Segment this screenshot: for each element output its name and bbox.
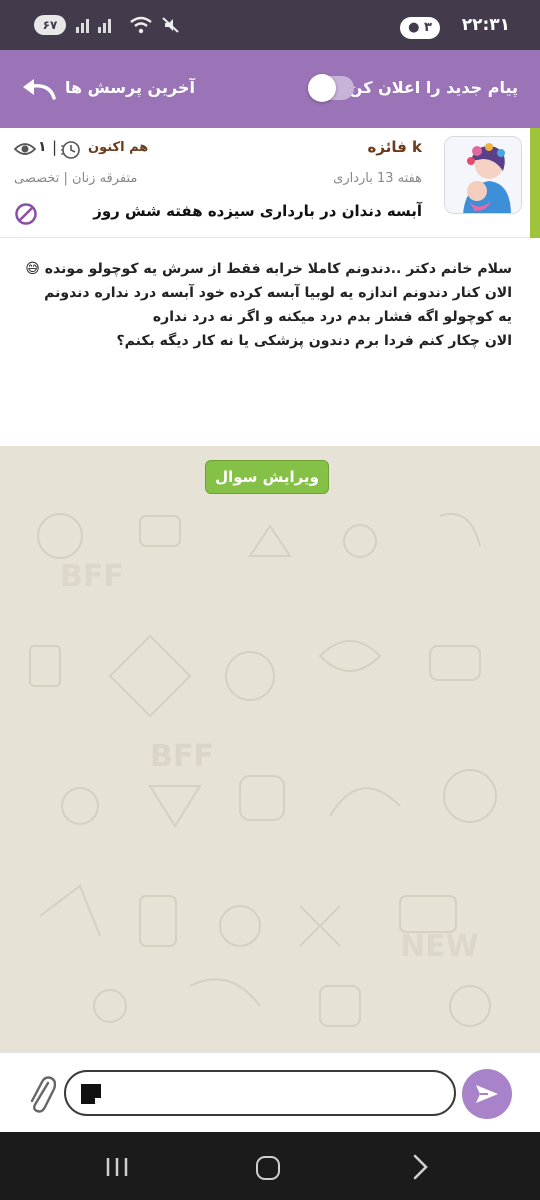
toggle-knob [308,74,336,102]
system-nav-bar [0,1132,540,1200]
question-card: فائزه k هم اکنون | ۱ هفته 13 بارداری متف… [0,128,540,238]
message-input[interactable] [64,1070,456,1116]
body-line: سلام خانم دکتر ..دندونم کاملا خرابه فقط … [25,261,512,277]
notification-badge: ● ۳ [400,17,440,39]
signal-icon [76,19,111,33]
body-line: یه کوچولو اگه فشار بدم درد میکنه و اگر ن… [152,309,512,325]
question-title: آبسه دندان در بارداری سیزده هفته شش روز [93,202,422,220]
edit-question-button[interactable]: ویرایش سوال [205,460,329,494]
wallpaper-doodles: BFF BFF NEW [29,513,497,1027]
svg-text:BFF: BFF [150,739,214,774]
recent-questions-link[interactable]: آخرین پرسش ها [65,78,195,97]
eye-icon [14,143,36,155]
block-icon[interactable] [14,202,38,226]
send-button[interactable] [462,1069,512,1119]
status-time: ۲۲:۳۱ [461,15,510,35]
recents-icon[interactable] [104,1156,130,1178]
nav-back-icon[interactable] [408,1154,432,1180]
notify-toggle[interactable] [308,74,354,102]
post-time: هم اکنون [88,140,149,155]
attach-icon[interactable] [26,1075,56,1113]
sticker-icon[interactable] [78,1081,104,1107]
app-header: پیام جدید را اعلان کن آخرین پرسش ها [0,50,540,128]
svg-text:NEW: NEW [400,929,479,964]
question-body-text: سلام خانم دکتر ..دندونم کاملا خرابه فقط … [12,257,512,353]
meta-separator: | [52,138,58,156]
wifi-icon [130,16,152,34]
pregnancy-week: هفته 13 بارداری [333,171,422,186]
views-count: ۱ [38,139,47,155]
status-bar: ۶۷ ● ۳ ۲۲:۳۱ [0,0,540,50]
notification-count: ۳ [423,20,432,35]
home-icon[interactable] [256,1156,280,1180]
body-line: الان چکار کنم فردا برم دندون پزشکی یا نه… [116,333,512,349]
avatar-image [445,137,521,213]
mute-icon [162,17,179,33]
battery-indicator: ۶۷ [34,15,66,35]
send-icon [476,1085,498,1103]
status-left-group: ۶۷ [34,15,180,35]
notify-label: پیام جدید را اعلان کن [348,78,518,97]
back-arrow-icon[interactable] [20,78,58,102]
clock-icon [61,141,80,159]
question-category: متفرقه زنان | تخصصی [14,171,138,186]
svg-text:BFF: BFF [60,559,124,594]
chat-area: BFF BFF NEW ویرایش سوال [0,446,540,1052]
avatar[interactable] [444,136,522,214]
author-name[interactable]: فائزه k [368,138,422,156]
card-accent [530,128,540,238]
question-body: سلام خانم دکتر ..دندونم کاملا خرابه فقط … [0,239,540,446]
body-line: الان کنار دندونم اندازه یه لوبیا آبسه کر… [44,285,512,301]
chat-bubble-icon: ● [408,20,420,35]
message-input-bar [0,1052,540,1132]
